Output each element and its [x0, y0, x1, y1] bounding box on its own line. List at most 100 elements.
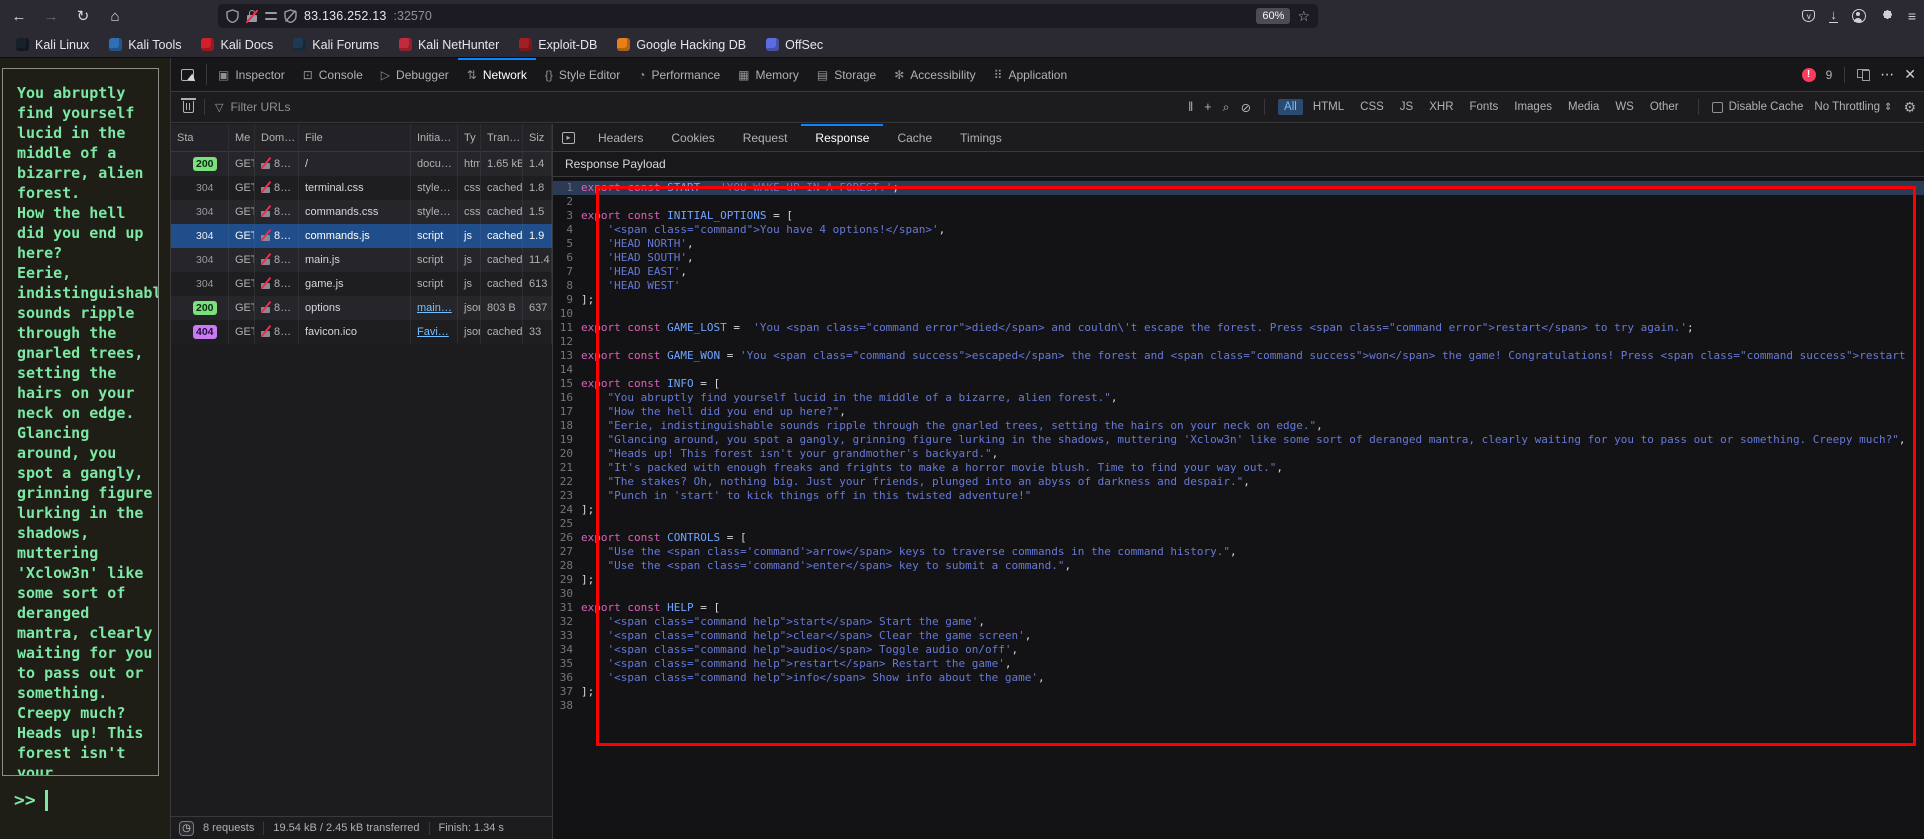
- disable-cache-toggle[interactable]: Disable Cache: [1712, 101, 1804, 113]
- type-filter-button[interactable]: All: [1278, 99, 1303, 115]
- request-row[interactable]: 200 GET 8… options main… jsor 803 B 637: [171, 296, 552, 320]
- shield-disabled-icon[interactable]: [284, 9, 297, 23]
- bookmark-item[interactable]: Kali Forums: [285, 36, 387, 54]
- column-header[interactable]: Ty: [458, 124, 481, 152]
- request-row[interactable]: 404 GET 8… favicon.ico Favi… jsor cached…: [171, 320, 552, 344]
- details-tab[interactable]: Request: [729, 124, 802, 151]
- details-tab[interactable]: Headers: [584, 124, 657, 151]
- downloads-icon[interactable]: ↓: [1829, 9, 1838, 23]
- type-filter-button[interactable]: HTML: [1307, 99, 1350, 115]
- pause-traffic-icon[interactable]: ‖: [1188, 100, 1193, 114]
- request-initiator[interactable]: script: [417, 230, 443, 242]
- network-settings-gear-icon[interactable]: ⚙: [1903, 99, 1916, 116]
- throttling-select[interactable]: No Throttling ⇕: [1814, 101, 1892, 113]
- bookmark-item[interactable]: Kali Tools: [101, 36, 189, 54]
- disable-cache-checkbox[interactable]: [1712, 102, 1723, 113]
- type-filter-button[interactable]: Images: [1508, 99, 1558, 115]
- terminal-line: shadows,: [17, 523, 158, 543]
- request-row[interactable]: 200 GET 8… / docu… htm 1.65 kB 1.4: [171, 152, 552, 176]
- request-initiator[interactable]: style…: [417, 206, 451, 218]
- column-header[interactable]: Siz: [523, 124, 552, 152]
- devtools-tab[interactable]: ⊡ Console: [294, 58, 372, 91]
- devtools-close-icon[interactable]: ✕: [1904, 66, 1916, 83]
- extensions-puzzle-icon[interactable]: [1880, 9, 1894, 23]
- request-row[interactable]: 304 GET 8… main.js script js cached 11.4: [171, 248, 552, 272]
- request-initiator[interactable]: script: [417, 254, 443, 266]
- devtools-tab[interactable]: ◔ Performance: [629, 58, 729, 91]
- type-filter-button[interactable]: Other: [1644, 99, 1685, 115]
- clear-requests-icon[interactable]: [183, 101, 194, 113]
- details-tab[interactable]: Response: [801, 124, 883, 151]
- devtools-tab[interactable]: ▣ Inspector: [209, 58, 294, 91]
- pick-element-button[interactable]: [171, 58, 204, 91]
- request-row[interactable]: 304 GET 8… commands.js script js cached …: [171, 224, 552, 248]
- reload-button[interactable]: ↻: [70, 4, 96, 28]
- devtools-tab[interactable]: {} Style Editor: [536, 58, 629, 91]
- bookmark-item[interactable]: Exploit-DB: [511, 36, 605, 54]
- request-row[interactable]: 304 GET 8… terminal.css style… css cache…: [171, 176, 552, 200]
- details-tab[interactable]: Cookies: [657, 124, 728, 151]
- devtools-tab[interactable]: ⇅ Network: [458, 58, 536, 91]
- column-header[interactable]: Sta: [171, 124, 229, 152]
- responsive-mode-icon[interactable]: [1857, 68, 1870, 81]
- details-tab[interactable]: Cache: [883, 124, 946, 151]
- account-icon[interactable]: [1852, 9, 1866, 23]
- request-initiator[interactable]: docu…: [417, 158, 452, 170]
- type-filter-button[interactable]: XHR: [1423, 99, 1459, 115]
- permissions-icon[interactable]: [265, 10, 277, 22]
- column-header[interactable]: File: [299, 124, 411, 152]
- request-initiator[interactable]: style…: [417, 182, 451, 194]
- type-filter-button[interactable]: JS: [1394, 99, 1419, 115]
- code-line: 30: [553, 587, 1924, 601]
- code-text: "How the hell did you end up here?",: [581, 405, 846, 419]
- pocket-icon[interactable]: ∨: [1802, 10, 1815, 22]
- code-text: export const HELP = [: [581, 601, 720, 615]
- add-icon[interactable]: +: [1204, 100, 1211, 114]
- devtools-tab[interactable]: ▷ Debugger: [372, 58, 458, 91]
- type-filter-button[interactable]: WS: [1609, 99, 1640, 115]
- bookmark-item[interactable]: Google Hacking DB: [609, 36, 754, 54]
- menu-icon[interactable]: ≡: [1908, 8, 1916, 24]
- details-tab[interactable]: Timings: [946, 124, 1016, 151]
- terminal-prompt[interactable]: >>: [14, 790, 48, 811]
- devtools-tab[interactable]: ✻ Accessibility: [885, 58, 984, 91]
- bookmark-item[interactable]: Kali NetHunter: [391, 36, 507, 54]
- request-type: js: [458, 272, 481, 296]
- bookmark-item[interactable]: Kali Docs: [193, 36, 281, 54]
- forward-button[interactable]: →: [38, 4, 64, 28]
- column-header[interactable]: Me: [229, 124, 255, 152]
- type-filter-button[interactable]: Media: [1562, 99, 1605, 115]
- type-filter-button[interactable]: Fonts: [1464, 99, 1505, 115]
- timing-clock-icon[interactable]: ◷: [179, 821, 194, 836]
- request-initiator[interactable]: Favi…: [417, 326, 449, 338]
- column-header[interactable]: Tran…: [481, 124, 523, 152]
- request-initiator[interactable]: script: [417, 278, 443, 290]
- error-badge-icon[interactable]: !: [1802, 68, 1816, 82]
- search-icon[interactable]: ⌕: [1223, 100, 1230, 115]
- sidebar-toggle-button[interactable]: ▸: [553, 124, 584, 151]
- shield-icon[interactable]: [226, 9, 239, 23]
- home-button[interactable]: ⌂: [102, 4, 128, 28]
- devtools-meatball-menu-icon[interactable]: ⋯: [1880, 66, 1894, 83]
- request-row[interactable]: 304 GET 8… commands.css style… css cache…: [171, 200, 552, 224]
- filter-urls-input[interactable]: ▽ Filter URLs: [215, 100, 1180, 114]
- bookmark-star-icon[interactable]: ☆: [1297, 8, 1310, 25]
- column-header[interactable]: Dom…: [255, 124, 299, 152]
- request-row[interactable]: 304 GET 8… game.js script js cached 613: [171, 272, 552, 296]
- devtools-tab[interactable]: ▤ Storage: [808, 58, 885, 91]
- zoom-level-badge[interactable]: 60%: [1256, 8, 1290, 24]
- back-button[interactable]: ←: [6, 4, 32, 28]
- request-initiator[interactable]: main…: [417, 302, 452, 314]
- error-count[interactable]: 9: [1826, 68, 1833, 82]
- bookmark-item[interactable]: Kali Linux: [8, 36, 97, 54]
- url-bar[interactable]: 83.136.252.13:32570 60% ☆: [218, 4, 1318, 28]
- response-code-viewer[interactable]: 1 export const START = 'YOU WAKE UP IN A…: [553, 177, 1924, 839]
- type-filter-button[interactable]: CSS: [1354, 99, 1390, 115]
- request-file: terminal.css: [299, 176, 411, 200]
- insecure-lock-icon[interactable]: [246, 10, 258, 23]
- bookmark-item[interactable]: OffSec: [758, 36, 831, 54]
- devtools-tab[interactable]: ⠿ Application: [985, 58, 1077, 91]
- block-request-icon[interactable]: ⊘: [1241, 100, 1251, 115]
- devtools-tab[interactable]: ▦ Memory: [729, 58, 808, 91]
- column-header[interactable]: Initia…: [411, 124, 458, 152]
